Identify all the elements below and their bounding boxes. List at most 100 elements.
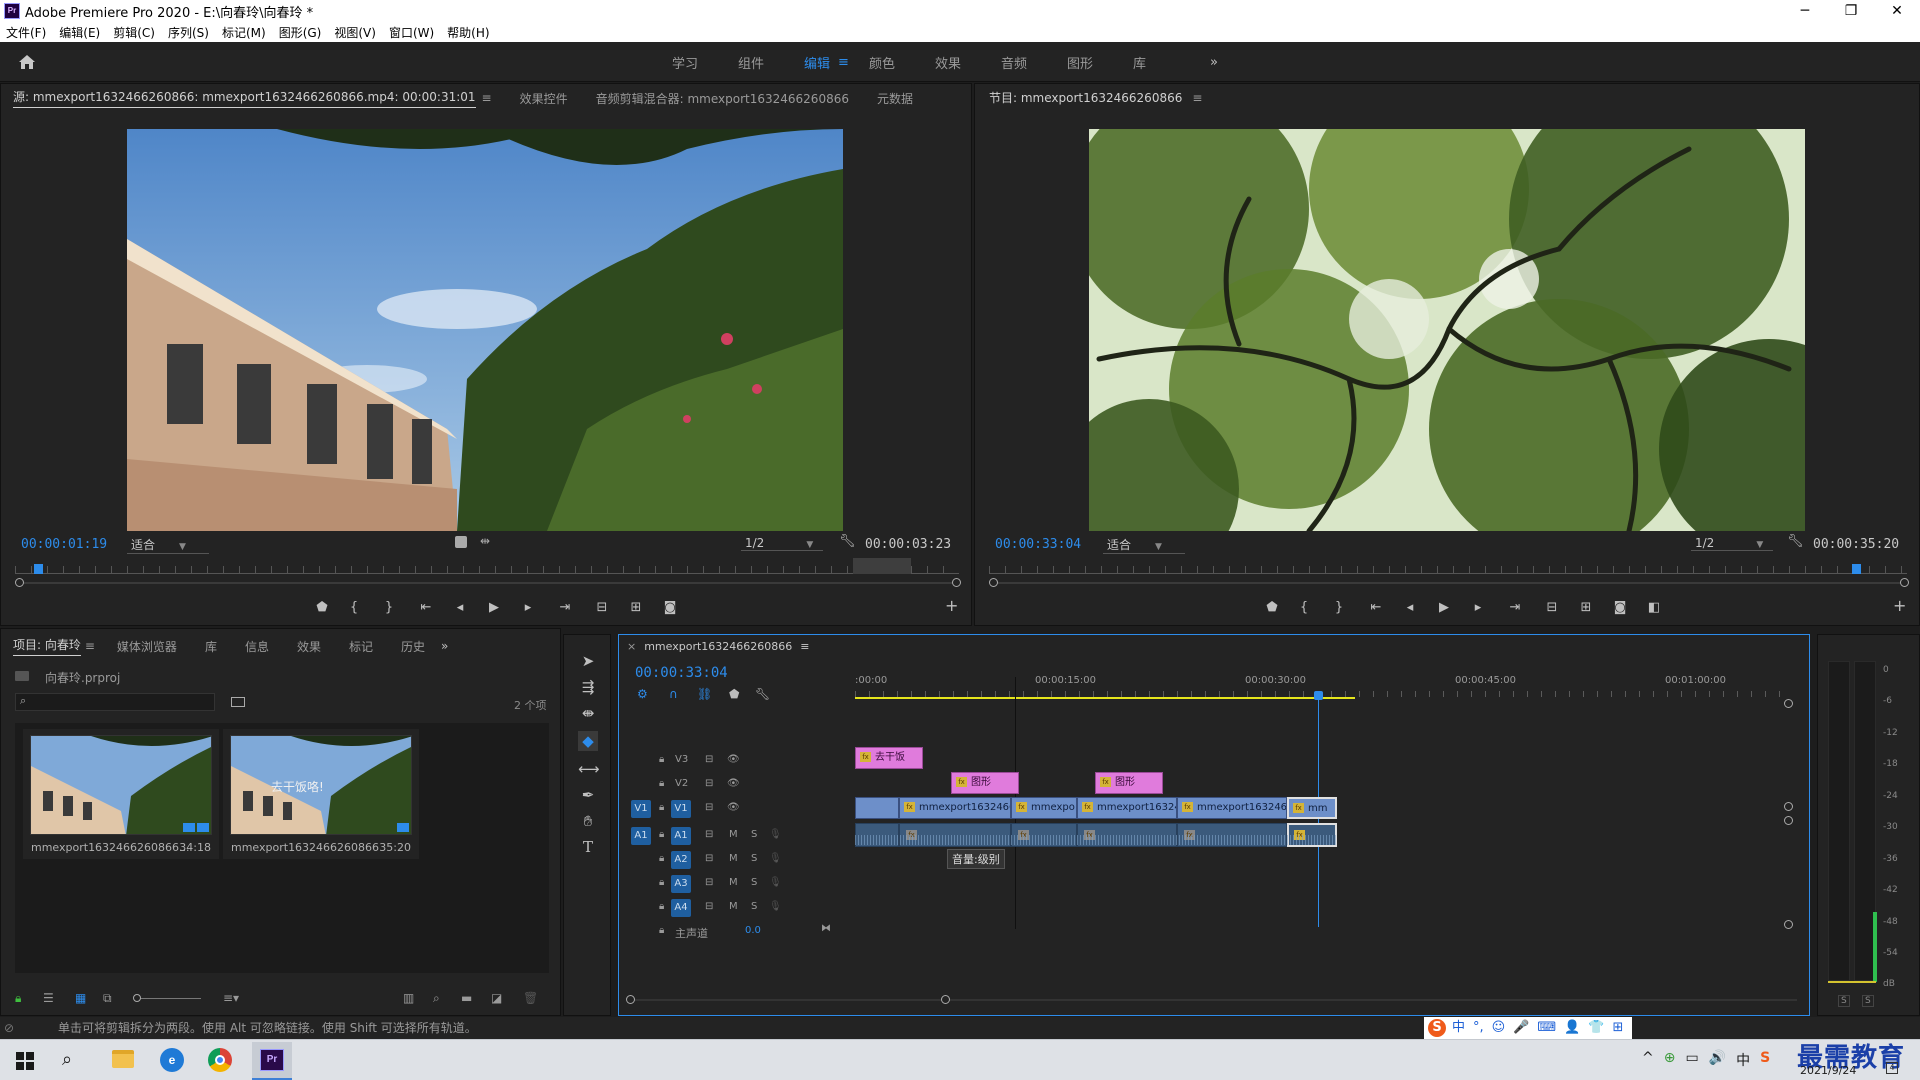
sogou-tray-icon[interactable]: S <box>1760 1050 1770 1070</box>
go-to-out-icon[interactable]: ⇥ <box>1495 600 1535 615</box>
source-time-ruler[interactable] <box>15 564 959 574</box>
video-scroll-handle[interactable] <box>1784 699 1793 708</box>
list-view-icon[interactable]: ☰ <box>43 991 54 1005</box>
track-label[interactable]: A1 <box>671 827 691 845</box>
audio-scroll-handle[interactable] <box>1784 920 1793 929</box>
source-resolution-dropdown[interactable]: 1/2 ▼ <box>741 536 823 551</box>
menu-clip[interactable]: 剪辑(C) <box>113 24 155 41</box>
ripple-edit-tool-icon[interactable]: ⇼ <box>578 703 598 723</box>
lock-icon[interactable]: 🔒︎ <box>659 754 664 765</box>
source-patch-v1[interactable]: V1 <box>631 800 651 818</box>
menu-edit[interactable]: 编辑(E) <box>59 24 100 41</box>
nest-toggle-icon[interactable]: ⚙︎ <box>637 687 648 701</box>
home-icon[interactable] <box>18 54 36 70</box>
volume-icon[interactable]: 🔊 <box>1709 1050 1726 1070</box>
tray-app-icon[interactable]: ⊕ <box>1664 1050 1676 1070</box>
play-icon[interactable]: ▶ <box>477 600 511 615</box>
notification-icon[interactable]: 4 <box>1886 1062 1898 1074</box>
workspace-tab-editing[interactable]: 编辑 <box>804 53 830 72</box>
video-clip[interactable] <box>855 797 899 819</box>
solo-button[interactable]: S <box>751 829 757 840</box>
program-zoom-bar[interactable] <box>989 578 1909 587</box>
workspace-more-icon[interactable]: » <box>1210 55 1218 70</box>
source-panel-menu-icon[interactable]: ≡ <box>482 91 492 105</box>
tab-audio-clip-mixer[interactable]: 音频剪辑混合器: mmexport1632466260866 <box>596 90 849 107</box>
video-clip[interactable]: fx mmexport1632466 <box>1177 797 1287 819</box>
tab-effect-controls[interactable]: 效果控件 <box>520 90 568 107</box>
sync-lock-icon[interactable]: ⊟ <box>705 802 713 813</box>
sync-lock-icon[interactable]: ⊟ <box>705 877 713 888</box>
master-volume-value[interactable]: 0.0 <box>745 925 761 936</box>
eye-icon[interactable]: 👁︎ <box>727 802 740 813</box>
search-icon[interactable]: ⌕ <box>62 1049 72 1070</box>
eye-icon[interactable]: 👁︎ <box>727 778 740 789</box>
source-settings-icon[interactable] <box>455 536 467 548</box>
source-add-button-icon[interactable]: + <box>945 596 958 615</box>
solo-button[interactable]: S <box>751 853 757 864</box>
sort-icon[interactable]: ≡▾ <box>223 991 239 1005</box>
graphic-clip[interactable]: fx 图形 <box>1095 772 1163 794</box>
wrench-icon[interactable]: 🔧︎ <box>839 534 856 549</box>
workspace-tab-libraries[interactable]: 库 <box>1133 53 1146 72</box>
video-clip[interactable]: fx mmexpo <box>1011 797 1077 819</box>
timeline-horizontal-scrollbar[interactable] <box>626 995 1797 1004</box>
thumbnail-size-slider[interactable] <box>133 994 201 1002</box>
sync-lock-icon[interactable]: ⊟ <box>705 754 713 765</box>
windows-start-icon[interactable] <box>16 1052 34 1070</box>
new-bin-icon[interactable]: ▬ <box>461 991 472 1005</box>
lock-icon[interactable]: 🔒︎ <box>659 853 664 864</box>
ime-skin-icon[interactable]: 👕 <box>1588 1017 1604 1039</box>
tab-source[interactable]: 源: mmexport1632466260866: mmexport163246… <box>13 88 476 108</box>
linked-selection-icon[interactable]: ⛓︎ <box>697 687 712 701</box>
extract-icon[interactable]: ⊞ <box>1569 600 1603 615</box>
program-add-button-icon[interactable]: + <box>1893 596 1906 615</box>
premiere-taskbar-icon[interactable]: Pr <box>252 1042 292 1080</box>
snap-icon[interactable]: ∩ <box>669 687 678 701</box>
zoom-handle-right[interactable] <box>1900 578 1909 587</box>
play-icon[interactable]: ▶ <box>1427 600 1461 615</box>
video-scroll-handle[interactable] <box>1784 802 1793 811</box>
tab-media-browser[interactable]: 媒体浏览器 <box>117 638 177 655</box>
scroll-handle-right[interactable] <box>941 995 950 1004</box>
go-to-out-icon[interactable]: ⇥ <box>545 600 585 615</box>
workspace-tab-color[interactable]: 颜色 <box>869 53 895 72</box>
project-search-input[interactable]: ⌕ <box>15 693 215 711</box>
project-item[interactable]: mmexport1632466260866... 34:18 <box>23 729 219 859</box>
new-item-icon[interactable]: ◪ <box>491 991 502 1005</box>
hand-tool-icon[interactable]: ✋︎ <box>578 811 598 831</box>
ime-tools-icon[interactable]: ⊞ <box>1613 1017 1624 1039</box>
mark-out-icon[interactable]: } <box>369 600 409 615</box>
playhead-handle[interactable] <box>1314 691 1323 700</box>
ime-keyboard-icon[interactable]: ⌨ <box>1537 1017 1556 1039</box>
step-back-icon[interactable]: ◂ <box>1393 600 1427 615</box>
track-select-tool-icon[interactable]: ⇶ <box>578 677 598 697</box>
project-item[interactable]: 去干饭咯! mmexport1632466260866 35:20 <box>223 729 419 859</box>
new-search-bin-icon[interactable] <box>231 697 245 707</box>
go-to-end-icon[interactable]: ⧓ <box>821 923 831 934</box>
program-current-timecode[interactable]: 00:00:33:04 <box>995 537 1081 552</box>
lock-icon[interactable]: 🔒︎ <box>659 901 664 912</box>
track-label[interactable]: V2 <box>675 778 688 789</box>
chrome-icon[interactable] <box>208 1048 232 1072</box>
track-label[interactable]: V3 <box>675 754 688 765</box>
program-fit-dropdown[interactable]: 适合 ▼ <box>1103 536 1185 554</box>
track-label[interactable]: V1 <box>671 800 691 818</box>
edge-icon[interactable]: e <box>160 1048 184 1072</box>
audio-scroll-handle[interactable] <box>1784 816 1793 825</box>
timeline-tab[interactable]: × mmexport1632466260866 ≡ <box>627 640 809 653</box>
mute-button[interactable]: M <box>729 853 738 864</box>
sync-lock-icon[interactable]: ⊟ <box>705 829 713 840</box>
find-icon[interactable]: ⌕ <box>433 991 440 1006</box>
solo-button[interactable]: S <box>751 901 757 912</box>
graphic-clip[interactable]: fx 去干饭 <box>855 747 923 769</box>
lock-icon[interactable]: 🔒︎ <box>659 778 664 789</box>
workspace-tab-effects[interactable]: 效果 <box>935 53 961 72</box>
tab-libraries[interactable]: 库 <box>205 638 217 655</box>
step-forward-icon[interactable]: ▸ <box>511 600 545 615</box>
source-fit-dropdown[interactable]: 适合 ▼ <box>127 536 209 554</box>
project-panel-menu-icon[interactable]: ≡ <box>85 639 95 653</box>
timeline-menu-icon[interactable]: ≡ <box>800 640 809 653</box>
camera-icon[interactable]: ◙ <box>653 600 687 615</box>
step-forward-icon[interactable]: ▸ <box>1461 600 1495 615</box>
sync-lock-icon[interactable]: ⊟ <box>705 778 713 789</box>
